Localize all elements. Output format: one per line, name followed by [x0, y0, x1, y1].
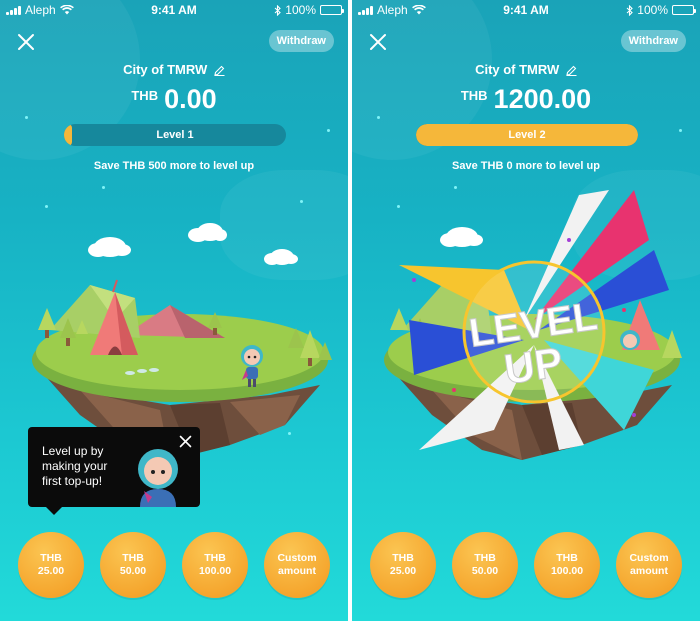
city-name: City of TMRW: [123, 62, 208, 77]
custom-label: Custom: [277, 552, 317, 564]
level-progress-bar: Level 2: [416, 124, 638, 146]
top-up-50-button[interactable]: THB 50.00: [100, 532, 166, 598]
amount-currency: THB: [392, 552, 414, 564]
tooltip-text: Level up by making your first top-up!: [42, 444, 108, 488]
custom-label: amount: [278, 565, 316, 577]
balance-display: THB 0.00: [0, 84, 348, 115]
amount-value: 25.00: [37, 565, 65, 577]
top-up-amount-buttons: THB 25.00 THB 50.00 THB 100.00 Custom am…: [370, 532, 682, 598]
top-up-amount-buttons: THB 25.00 THB 50.00 THB 100.00 Custom am…: [18, 532, 330, 598]
sparkle: [25, 116, 28, 119]
balance-display: THB 1200.00: [352, 84, 700, 115]
amount-value: 50.00: [471, 565, 499, 577]
city-name-row[interactable]: City of TMRW: [352, 62, 700, 77]
phone-screen-level-2: Aleph 9:41 AM 100% Withdraw City of TMRW…: [352, 0, 700, 621]
level-up-burst-graphic: LEVEL UP: [399, 190, 669, 450]
battery-percent: 100%: [285, 3, 316, 17]
level-up-message: Save THB 0 more to level up: [452, 160, 600, 172]
level-label: Level 1: [156, 129, 194, 141]
close-button[interactable]: [368, 32, 388, 52]
amount-currency: THB: [122, 552, 144, 564]
top-up-100-button[interactable]: THB 100.00: [534, 532, 600, 598]
custom-label: amount: [630, 565, 668, 577]
sparkle: [300, 200, 303, 203]
amount-currency: THB: [40, 552, 62, 564]
balance-amount: 1200.00: [493, 84, 592, 114]
bluetooth-icon: [274, 4, 282, 16]
top-up-50-button[interactable]: THB 50.00: [452, 532, 518, 598]
level-progress-bar: Level 1: [64, 124, 286, 146]
first-top-up-tooltip: Level up by making your first top-up!: [28, 427, 200, 515]
custom-amount-button[interactable]: Custom amount: [264, 532, 330, 598]
amount-value: 100.00: [198, 565, 232, 577]
custom-amount-button[interactable]: Custom amount: [616, 532, 682, 598]
city-name: City of TMRW: [475, 62, 560, 77]
top-up-100-button[interactable]: THB 100.00: [182, 532, 248, 598]
bluetooth-icon: [626, 4, 634, 16]
battery-icon: [672, 5, 696, 15]
amount-value: 50.00: [119, 565, 147, 577]
sparkle: [45, 205, 48, 208]
amount-currency: THB: [204, 552, 226, 564]
city-name-row[interactable]: City of TMRW: [0, 62, 348, 77]
sparkle: [377, 116, 380, 119]
withdraw-button[interactable]: Withdraw: [620, 30, 686, 52]
amount-currency: THB: [474, 552, 496, 564]
status-bar: Aleph 9:41 AM 100%: [0, 0, 348, 20]
top-up-25-button[interactable]: THB 25.00: [18, 532, 84, 598]
status-bar: Aleph 9:41 AM 100%: [352, 0, 700, 20]
balance-currency: THB: [131, 88, 159, 103]
character-avatar: [138, 449, 178, 507]
top-up-25-button[interactable]: THB 25.00: [370, 532, 436, 598]
level-up-text-line2: UP: [501, 338, 565, 393]
balance-amount: 0.00: [164, 84, 217, 114]
battery-percent: 100%: [637, 3, 668, 17]
battery-icon: [320, 5, 344, 15]
sparkle: [327, 129, 330, 132]
amount-value: 100.00: [550, 565, 584, 577]
level-up-message: Save THB 500 more to level up: [93, 160, 255, 172]
pencil-icon[interactable]: [214, 65, 225, 77]
sparkle: [679, 129, 682, 132]
sparkle: [102, 186, 105, 189]
pencil-icon[interactable]: [566, 65, 577, 77]
custom-label: Custom: [629, 552, 669, 564]
amount-value: 25.00: [389, 565, 417, 577]
balance-currency: THB: [460, 88, 488, 103]
level-label: Level 2: [508, 129, 546, 141]
amount-currency: THB: [556, 552, 578, 564]
close-button[interactable]: [16, 32, 36, 52]
withdraw-button[interactable]: Withdraw: [268, 30, 334, 52]
phone-screen-level-1: Aleph 9:41 AM 100% Withdraw City of TMRW…: [0, 0, 348, 621]
